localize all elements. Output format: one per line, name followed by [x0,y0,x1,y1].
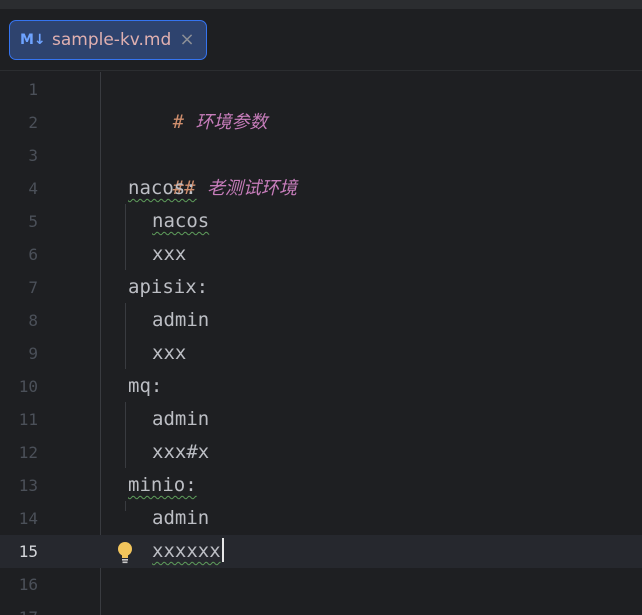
tab-filename: sample-kv.md [52,30,172,50]
current-line: 15 xxxxxx [0,535,642,568]
line-number: 9 [28,344,38,363]
line-number: 8 [28,311,38,330]
tab-sample-kv-md[interactable]: M↓ sample-kv.md × [9,20,207,60]
line-number: 15 [18,542,38,561]
line-number: 16 [18,575,38,594]
code-text: mq: [128,375,163,397]
line-number: 4 [28,179,38,198]
code-editor[interactable]: 1 # 环境参数 2 3 ## 老测试环境 4 nacos: 5 nacos 6… [0,72,642,615]
code-line: 17 [0,601,642,615]
line-number: 1 [28,80,38,99]
window-top-band [0,0,642,9]
code-line: 5 nacos [0,205,642,238]
typo-word: nacos: [128,177,197,199]
line-number: 14 [18,509,38,528]
code-line: 2 [0,106,642,139]
code-text: minio: [128,469,197,502]
code-text: admin [152,309,210,331]
code-text: xxx [152,243,187,265]
code-line: 3 ## 老测试环境 [0,139,642,199]
line-number: 17 [0,601,38,615]
code-line: 9 xxx [0,337,642,370]
code-text: xxx#x [152,441,210,463]
line-number: 5 [28,212,38,231]
code-line: 12 xxx#x [0,436,642,469]
code-text: apisix: [128,276,209,298]
line-number: 2 [28,113,38,132]
code-line: 4 nacos: [0,172,642,205]
close-icon[interactable]: × [178,30,196,50]
typo-word: minio: [128,474,197,496]
code-line: 16 [0,568,642,601]
code-text: xxx [152,342,187,364]
lightbulb-icon[interactable] [115,540,135,564]
code-line: 1 # 环境参数 [0,73,642,133]
line-number: 11 [18,410,38,429]
code-text: admin [152,408,210,430]
typo-word: nacos [152,210,210,232]
line-number: 6 [28,245,38,264]
line-number: 12 [18,443,38,462]
code-line: 8 admin [0,304,642,337]
code-line: 10 mq: [0,370,642,403]
code-text: xxxxxx [152,535,224,568]
code-line: 7 apisix: [0,271,642,304]
line-number: 10 [18,377,38,396]
code-line: 6 xxx [0,238,642,271]
markdown-icon: M↓ [20,32,46,48]
line-number: 7 [28,278,38,297]
text-caret [221,538,224,562]
code-text: nacos: [128,172,197,205]
code-text: admin [152,507,210,529]
editor-tab-bar: M↓ sample-kv.md × [0,9,642,71]
code-line: 13 minio: [0,469,642,502]
code-line: 14 admin [0,502,642,535]
code-line: 11 admin [0,403,642,436]
typo-word: xxxxxx [152,540,221,562]
code-text: nacos [152,205,209,238]
line-number: 3 [28,146,38,165]
line-number: 13 [18,476,38,495]
